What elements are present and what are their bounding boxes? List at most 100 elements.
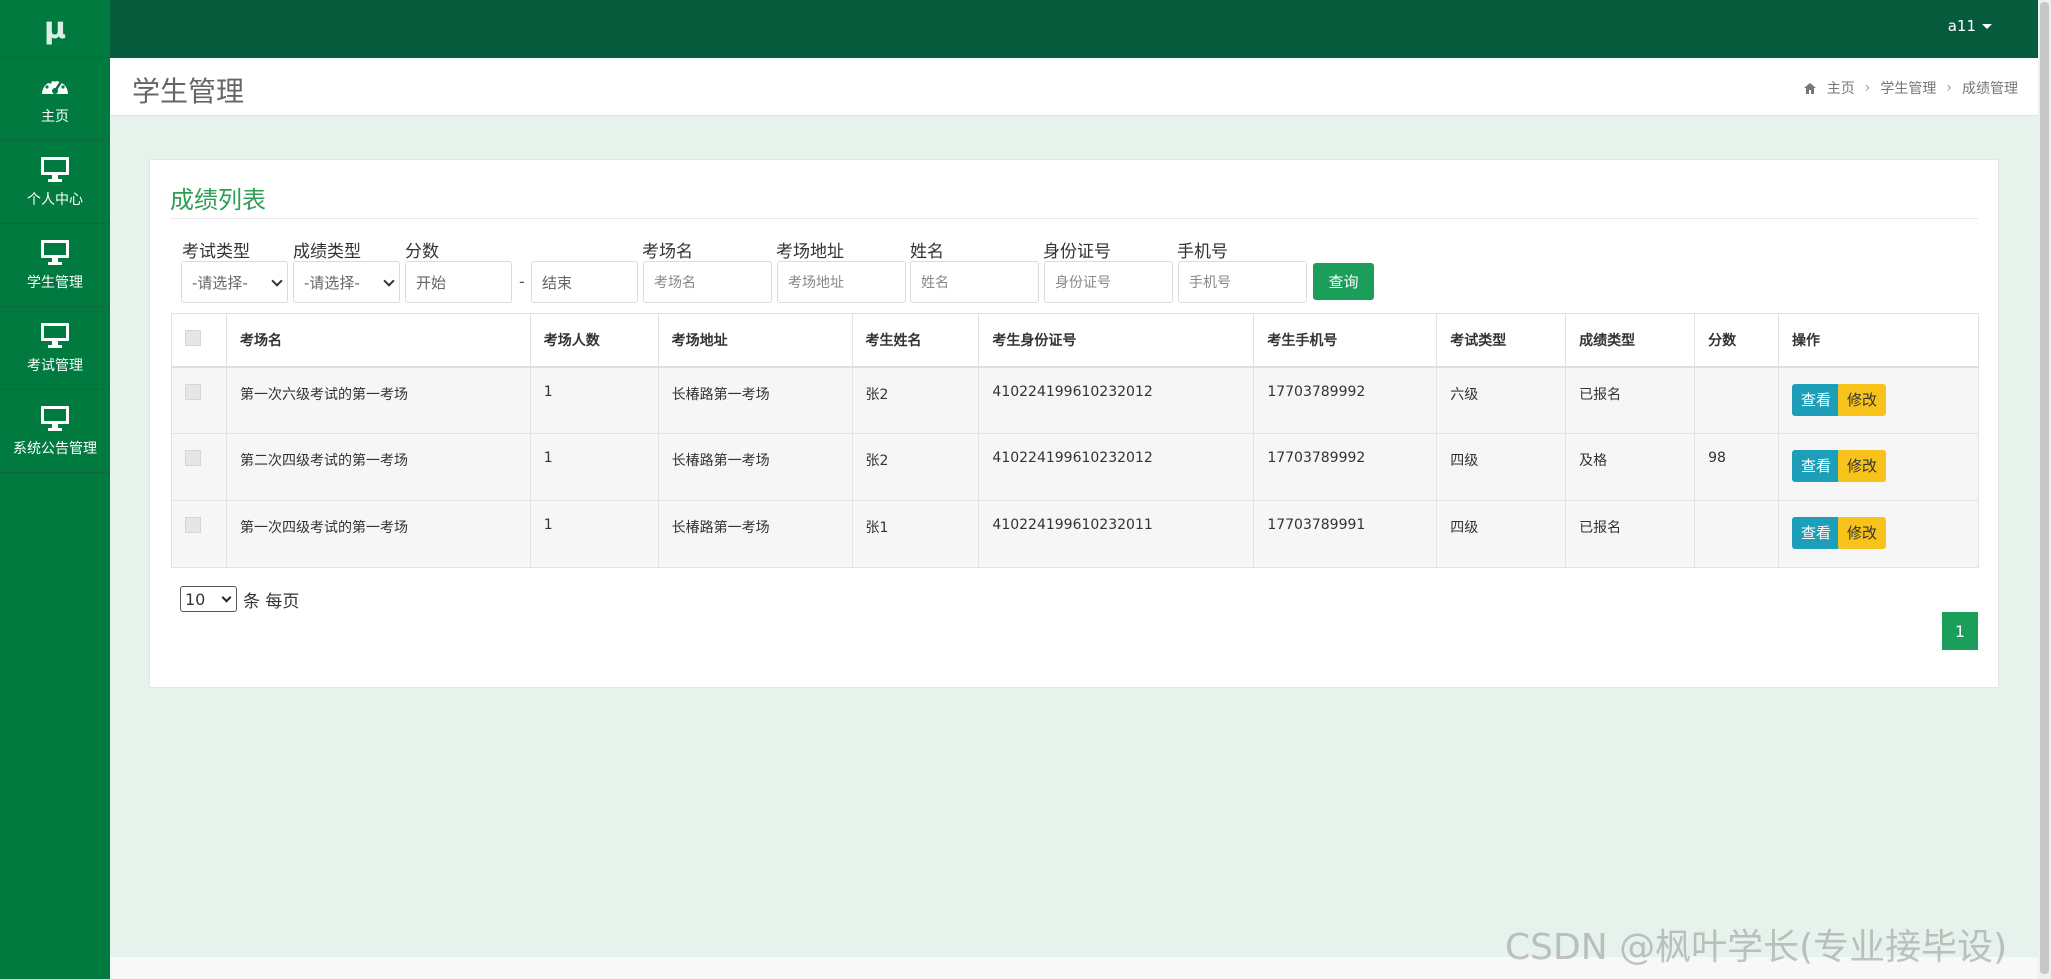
column-header[interactable]: 考生身份证号	[978, 313, 1255, 368]
count-cell: 1	[529, 366, 659, 434]
column-header[interactable]: 考试类型	[1436, 313, 1567, 368]
app-logo[interactable]: μ	[0, 0, 110, 58]
name-label: 姓名	[910, 242, 944, 262]
score-cell: 98	[1694, 433, 1780, 501]
exam-type-select[interactable]: -请选择-	[181, 261, 288, 303]
actions-cell: 查看 修改	[1778, 433, 1979, 501]
name-input[interactable]: 姓名	[910, 261, 1039, 303]
room-addr-label: 考场地址	[776, 242, 844, 262]
score-range-separator: -	[519, 272, 525, 291]
room-cell: 第一次六级考试的第一考场	[225, 366, 531, 434]
score-start-input[interactable]: 开始	[405, 261, 512, 303]
exam-cell: 六级	[1436, 366, 1567, 434]
row-checkbox[interactable]	[185, 517, 201, 533]
score-cell	[1694, 500, 1780, 568]
score-label: 分数	[405, 242, 439, 262]
id-card-label: 身份证号	[1043, 242, 1111, 262]
divider	[170, 218, 1978, 219]
column-header[interactable]: 考场人数	[529, 313, 659, 368]
sidebar-item-announcements[interactable]: 系统公告管理	[0, 390, 110, 473]
column-header[interactable]: 考场地址	[657, 313, 853, 368]
page-size-suffix: 条 每页	[243, 591, 300, 612]
sidebar-item-label: 考试管理	[27, 358, 83, 374]
sidebar-item-profile[interactable]: 个人中心	[0, 141, 110, 224]
status-cell: 已报名	[1565, 366, 1696, 434]
row-checkbox[interactable]	[185, 450, 201, 466]
sidebar-item-exams[interactable]: 考试管理	[0, 307, 110, 390]
sidebar-item-label: 系统公告管理	[13, 441, 97, 457]
id-cell: 410224199610232012	[978, 366, 1255, 434]
select-all-cell	[171, 313, 227, 368]
id-card-input[interactable]: 身份证号	[1044, 261, 1173, 303]
room-name-label: 考场名	[642, 242, 693, 262]
scrollbar-thumb[interactable]	[2040, 2, 2049, 974]
exam-type-value: -请选择-	[192, 273, 248, 292]
room-addr-input[interactable]: 考场地址	[777, 261, 906, 303]
row-select-cell	[171, 366, 227, 434]
table-row: 第一次六级考试的第一考场 1 长椿路第一考场 张2 41022419961023…	[171, 366, 1979, 434]
sidebar-item-label: 主页	[41, 109, 69, 125]
breadcrumb-scores: 成绩管理	[1962, 81, 2018, 97]
edit-button[interactable]: 修改	[1838, 517, 1887, 549]
monitor-icon	[41, 157, 69, 182]
table-header-row: 考场名 考场人数 考场地址 考生姓名 考生身份证号 考生手机号 考试类型 成绩类…	[171, 313, 1979, 368]
topbar: a11	[110, 0, 2038, 58]
sidebar-item-home[interactable]: 主页	[0, 58, 110, 141]
chevron-right-icon: ›	[1864, 80, 1871, 96]
view-button[interactable]: 查看	[1792, 383, 1841, 416]
addr-cell: 长椿路第一考场	[657, 500, 853, 568]
id-cell: 410224199610232012	[978, 433, 1255, 501]
table-row: 第二次四级考试的第一考场 1 长椿路第一考场 张2 41022419961023…	[171, 433, 1979, 501]
status-cell: 及格	[1565, 433, 1696, 501]
column-header[interactable]: 考生姓名	[851, 313, 980, 368]
username: a11	[1947, 17, 1976, 35]
view-button[interactable]: 查看	[1792, 517, 1841, 549]
view-button[interactable]: 查看	[1792, 450, 1841, 482]
actions-cell: 查看 修改	[1778, 500, 1979, 568]
column-header[interactable]: 成绩类型	[1565, 313, 1696, 368]
breadcrumb: 主页 › 学生管理 › 成绩管理	[1803, 78, 2018, 98]
breadcrumb-students[interactable]: 学生管理	[1880, 78, 1936, 98]
monitor-icon	[41, 323, 69, 348]
phone-label: 手机号	[1177, 242, 1228, 262]
chevron-right-icon: ›	[1946, 80, 1952, 96]
addr-cell: 长椿路第一考场	[657, 366, 853, 434]
page-header: 学生管理 主页 › 学生管理 › 成绩管理	[110, 58, 2038, 116]
select-all-checkbox[interactable]	[185, 329, 201, 346]
query-button[interactable]: 查询	[1313, 263, 1374, 300]
name-cell: 张2	[851, 433, 980, 501]
page-scrollbar[interactable]	[2038, 0, 2051, 979]
score-type-select[interactable]: -请选择-	[293, 261, 400, 303]
breadcrumb-home[interactable]: 主页	[1827, 78, 1855, 98]
count-cell: 1	[529, 433, 659, 501]
exam-type-label: 考试类型	[182, 242, 250, 262]
chevron-down-icon	[271, 275, 283, 287]
edit-button[interactable]: 修改	[1838, 383, 1887, 416]
room-name-input[interactable]: 考场名	[643, 261, 772, 303]
sidebar-item-students[interactable]: 学生管理	[0, 224, 110, 307]
card-title: 成绩列表	[170, 186, 266, 214]
user-menu[interactable]: a11	[1948, 17, 1992, 35]
sidebar-item-label: 个人中心	[27, 192, 83, 208]
column-header[interactable]: 分数	[1694, 313, 1780, 368]
score-type-label: 成绩类型	[293, 242, 361, 262]
dashboard-icon	[42, 78, 68, 94]
edit-button[interactable]: 修改	[1838, 450, 1887, 482]
pagination-page-1[interactable]: 1	[1942, 612, 1978, 650]
sidebar: μ 主页 个人中心 学生管理 考试管理 系统公告管理	[0, 0, 110, 979]
score-end-input[interactable]: 结束	[531, 261, 638, 303]
phone-input[interactable]: 手机号	[1178, 261, 1307, 303]
name-cell: 张2	[851, 366, 980, 434]
chevron-down-icon	[383, 275, 395, 287]
column-header[interactable]: 考生手机号	[1253, 313, 1438, 368]
score-list-card: 成绩列表 考试类型 成绩类型 分数 考场名 考场地址 姓名 身份证号 手机号 -…	[149, 159, 1999, 688]
sidebar-item-label: 学生管理	[27, 275, 83, 291]
row-checkbox[interactable]	[185, 383, 201, 400]
column-header[interactable]: 考场名	[225, 313, 531, 368]
page-title: 学生管理	[132, 75, 245, 108]
score-type-value: -请选择-	[304, 273, 360, 292]
chevron-down-icon	[221, 592, 232, 603]
room-cell: 第二次四级考试的第一考场	[225, 433, 531, 501]
page-size-select[interactable]: 10	[180, 586, 237, 612]
caret-down-icon	[1982, 24, 1992, 29]
